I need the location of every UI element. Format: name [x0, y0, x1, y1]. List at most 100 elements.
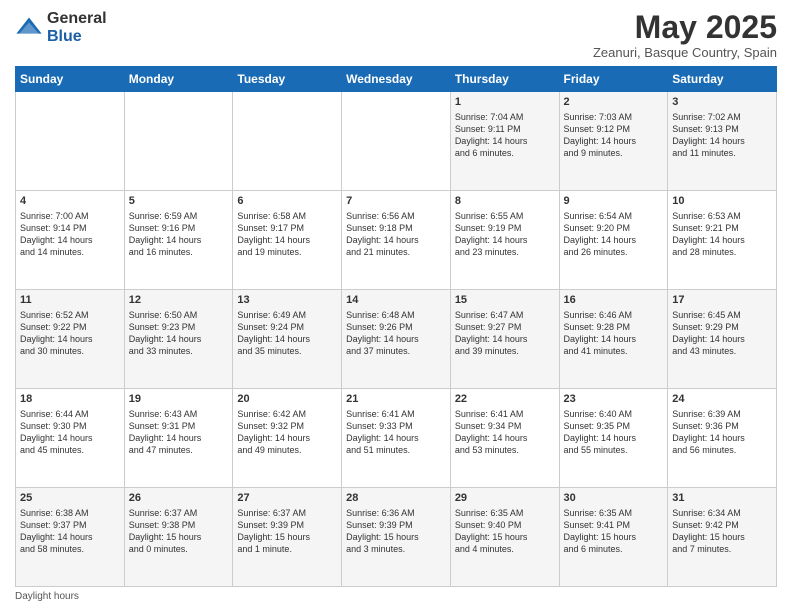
weekday-header: Tuesday	[233, 67, 342, 92]
calendar-cell: 29Sunrise: 6:35 AM Sunset: 9:40 PM Dayli…	[450, 488, 559, 587]
calendar-cell: 23Sunrise: 6:40 AM Sunset: 9:35 PM Dayli…	[559, 389, 668, 488]
day-number: 19	[129, 392, 229, 407]
day-info: Sunrise: 6:41 AM Sunset: 9:34 PM Dayligh…	[455, 408, 555, 457]
day-number: 2	[564, 95, 664, 110]
calendar-week-row: 4Sunrise: 7:00 AM Sunset: 9:14 PM Daylig…	[16, 191, 777, 290]
day-number: 12	[129, 293, 229, 308]
calendar-week-row: 1Sunrise: 7:04 AM Sunset: 9:11 PM Daylig…	[16, 92, 777, 191]
calendar-header-row: SundayMondayTuesdayWednesdayThursdayFrid…	[16, 67, 777, 92]
footer-note: Daylight hours	[15, 591, 777, 602]
calendar-cell: 16Sunrise: 6:46 AM Sunset: 9:28 PM Dayli…	[559, 290, 668, 389]
calendar-cell: 27Sunrise: 6:37 AM Sunset: 9:39 PM Dayli…	[233, 488, 342, 587]
footer-note-text: Daylight hours	[15, 591, 79, 602]
calendar-cell: 5Sunrise: 6:59 AM Sunset: 9:16 PM Daylig…	[124, 191, 233, 290]
weekday-header: Thursday	[450, 67, 559, 92]
day-number: 22	[455, 392, 555, 407]
calendar-cell: 15Sunrise: 6:47 AM Sunset: 9:27 PM Dayli…	[450, 290, 559, 389]
day-info: Sunrise: 6:59 AM Sunset: 9:16 PM Dayligh…	[129, 210, 229, 259]
day-info: Sunrise: 6:44 AM Sunset: 9:30 PM Dayligh…	[20, 408, 120, 457]
day-number: 7	[346, 194, 446, 209]
day-info: Sunrise: 6:56 AM Sunset: 9:18 PM Dayligh…	[346, 210, 446, 259]
calendar-cell: 13Sunrise: 6:49 AM Sunset: 9:24 PM Dayli…	[233, 290, 342, 389]
calendar-cell: 18Sunrise: 6:44 AM Sunset: 9:30 PM Dayli…	[16, 389, 125, 488]
logo-general: General	[47, 10, 107, 28]
day-info: Sunrise: 7:04 AM Sunset: 9:11 PM Dayligh…	[455, 111, 555, 160]
day-number: 11	[20, 293, 120, 308]
day-number: 30	[564, 491, 664, 506]
calendar-cell	[124, 92, 233, 191]
calendar-cell: 24Sunrise: 6:39 AM Sunset: 9:36 PM Dayli…	[668, 389, 777, 488]
day-number: 1	[455, 95, 555, 110]
logo-blue-text: Blue	[47, 28, 107, 46]
day-number: 24	[672, 392, 772, 407]
day-info: Sunrise: 6:37 AM Sunset: 9:38 PM Dayligh…	[129, 507, 229, 556]
day-info: Sunrise: 6:49 AM Sunset: 9:24 PM Dayligh…	[237, 309, 337, 358]
calendar-cell: 21Sunrise: 6:41 AM Sunset: 9:33 PM Dayli…	[342, 389, 451, 488]
calendar-week-row: 25Sunrise: 6:38 AM Sunset: 9:37 PM Dayli…	[16, 488, 777, 587]
day-number: 29	[455, 491, 555, 506]
weekday-header: Friday	[559, 67, 668, 92]
day-info: Sunrise: 7:00 AM Sunset: 9:14 PM Dayligh…	[20, 210, 120, 259]
calendar-cell: 1Sunrise: 7:04 AM Sunset: 9:11 PM Daylig…	[450, 92, 559, 191]
calendar-cell: 22Sunrise: 6:41 AM Sunset: 9:34 PM Dayli…	[450, 389, 559, 488]
day-info: Sunrise: 6:36 AM Sunset: 9:39 PM Dayligh…	[346, 507, 446, 556]
logo: General Blue	[15, 10, 107, 45]
day-number: 6	[237, 194, 337, 209]
calendar-cell: 25Sunrise: 6:38 AM Sunset: 9:37 PM Dayli…	[16, 488, 125, 587]
day-info: Sunrise: 6:54 AM Sunset: 9:20 PM Dayligh…	[564, 210, 664, 259]
day-number: 27	[237, 491, 337, 506]
day-info: Sunrise: 6:48 AM Sunset: 9:26 PM Dayligh…	[346, 309, 446, 358]
day-number: 3	[672, 95, 772, 110]
day-number: 18	[20, 392, 120, 407]
calendar-cell: 12Sunrise: 6:50 AM Sunset: 9:23 PM Dayli…	[124, 290, 233, 389]
logo-text: General Blue	[47, 10, 107, 45]
calendar-week-row: 11Sunrise: 6:52 AM Sunset: 9:22 PM Dayli…	[16, 290, 777, 389]
day-info: Sunrise: 6:35 AM Sunset: 9:40 PM Dayligh…	[455, 507, 555, 556]
day-info: Sunrise: 6:55 AM Sunset: 9:19 PM Dayligh…	[455, 210, 555, 259]
day-info: Sunrise: 6:46 AM Sunset: 9:28 PM Dayligh…	[564, 309, 664, 358]
calendar-cell	[233, 92, 342, 191]
calendar-cell: 11Sunrise: 6:52 AM Sunset: 9:22 PM Dayli…	[16, 290, 125, 389]
page: General Blue May 2025 Zeanuri, Basque Co…	[0, 0, 792, 612]
header: General Blue May 2025 Zeanuri, Basque Co…	[15, 10, 777, 60]
day-number: 26	[129, 491, 229, 506]
day-info: Sunrise: 6:47 AM Sunset: 9:27 PM Dayligh…	[455, 309, 555, 358]
calendar-cell: 4Sunrise: 7:00 AM Sunset: 9:14 PM Daylig…	[16, 191, 125, 290]
calendar-cell: 19Sunrise: 6:43 AM Sunset: 9:31 PM Dayli…	[124, 389, 233, 488]
calendar-cell: 7Sunrise: 6:56 AM Sunset: 9:18 PM Daylig…	[342, 191, 451, 290]
calendar-week-row: 18Sunrise: 6:44 AM Sunset: 9:30 PM Dayli…	[16, 389, 777, 488]
day-number: 20	[237, 392, 337, 407]
calendar-cell: 17Sunrise: 6:45 AM Sunset: 9:29 PM Dayli…	[668, 290, 777, 389]
weekday-header: Wednesday	[342, 67, 451, 92]
day-number: 14	[346, 293, 446, 308]
day-number: 28	[346, 491, 446, 506]
logo-icon	[15, 14, 43, 42]
day-number: 21	[346, 392, 446, 407]
day-number: 5	[129, 194, 229, 209]
calendar-cell: 31Sunrise: 6:34 AM Sunset: 9:42 PM Dayli…	[668, 488, 777, 587]
weekday-header: Sunday	[16, 67, 125, 92]
day-info: Sunrise: 6:42 AM Sunset: 9:32 PM Dayligh…	[237, 408, 337, 457]
day-number: 15	[455, 293, 555, 308]
day-info: Sunrise: 6:41 AM Sunset: 9:33 PM Dayligh…	[346, 408, 446, 457]
calendar-cell: 20Sunrise: 6:42 AM Sunset: 9:32 PM Dayli…	[233, 389, 342, 488]
day-number: 17	[672, 293, 772, 308]
day-info: Sunrise: 6:40 AM Sunset: 9:35 PM Dayligh…	[564, 408, 664, 457]
day-info: Sunrise: 6:50 AM Sunset: 9:23 PM Dayligh…	[129, 309, 229, 358]
day-number: 25	[20, 491, 120, 506]
day-number: 4	[20, 194, 120, 209]
title-block: May 2025 Zeanuri, Basque Country, Spain	[593, 10, 777, 60]
weekday-header: Monday	[124, 67, 233, 92]
calendar-table: SundayMondayTuesdayWednesdayThursdayFrid…	[15, 66, 777, 587]
weekday-header: Saturday	[668, 67, 777, 92]
calendar-cell: 26Sunrise: 6:37 AM Sunset: 9:38 PM Dayli…	[124, 488, 233, 587]
calendar-cell: 8Sunrise: 6:55 AM Sunset: 9:19 PM Daylig…	[450, 191, 559, 290]
calendar-cell	[16, 92, 125, 191]
location: Zeanuri, Basque Country, Spain	[593, 45, 777, 60]
calendar-cell: 30Sunrise: 6:35 AM Sunset: 9:41 PM Dayli…	[559, 488, 668, 587]
calendar-cell: 28Sunrise: 6:36 AM Sunset: 9:39 PM Dayli…	[342, 488, 451, 587]
day-number: 8	[455, 194, 555, 209]
day-info: Sunrise: 6:35 AM Sunset: 9:41 PM Dayligh…	[564, 507, 664, 556]
day-info: Sunrise: 6:37 AM Sunset: 9:39 PM Dayligh…	[237, 507, 337, 556]
day-info: Sunrise: 6:39 AM Sunset: 9:36 PM Dayligh…	[672, 408, 772, 457]
